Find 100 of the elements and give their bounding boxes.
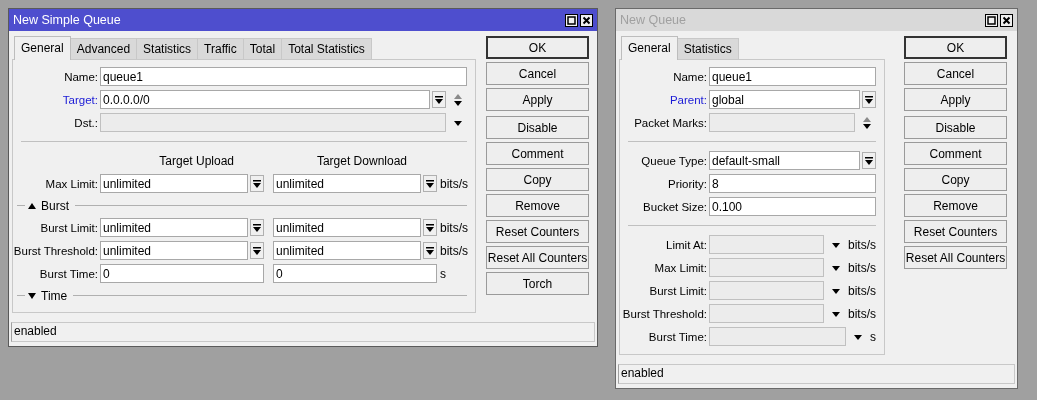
unit-label: bits/s [848, 283, 876, 298]
field-label: Queue Type: [640, 154, 708, 167]
field-label: Limit At: [665, 238, 708, 251]
down-arrow-icon [865, 156, 873, 165]
unit-label: s [870, 329, 876, 344]
dialog-button[interactable]: OK [486, 36, 589, 59]
input-field[interactable]: unlimited [273, 174, 421, 193]
input-field[interactable]: 0 [100, 264, 264, 283]
input-field[interactable]: unlimited [273, 241, 421, 260]
input-field[interactable]: 8 [709, 174, 876, 193]
dropdown-button[interactable] [423, 175, 437, 192]
dialog-button[interactable]: Copy [904, 168, 1007, 191]
field-label: Burst Threshold: [13, 244, 99, 257]
down-arrow-icon [426, 223, 434, 232]
input-field[interactable]: queue1 [100, 67, 467, 86]
dialog-button[interactable]: Disable [904, 116, 1007, 139]
tab[interactable]: Traffic [197, 38, 244, 59]
dialog-button[interactable]: Remove [486, 194, 589, 217]
down-arrow-icon [426, 246, 434, 255]
field-label: Burst Limit: [39, 221, 99, 234]
unit-label: bits/s [848, 306, 876, 321]
dialog-button[interactable]: Copy [486, 168, 589, 191]
down-arrow-icon [253, 179, 261, 188]
dropdown-button[interactable] [250, 242, 264, 259]
dialog-button[interactable]: OK [904, 36, 1007, 59]
close-icon[interactable] [580, 13, 593, 27]
field-label: Dst.: [73, 116, 99, 129]
field-label-link[interactable]: Target: [13, 93, 100, 106]
field-label: Max Limit: [44, 177, 99, 190]
input-field[interactable]: 0.0.0.0/0 [100, 90, 430, 109]
tab[interactable]: Statistics [676, 38, 739, 59]
dropdown-button[interactable] [250, 175, 264, 192]
collapse-arrow-icon[interactable] [27, 201, 37, 210]
input-field[interactable]: 0.100 [709, 197, 876, 216]
field-label: Burst Threshold: [621, 307, 708, 320]
field-label: Max Limit: [653, 261, 708, 274]
expand-arrow-icon[interactable] [27, 291, 37, 300]
dialog-button[interactable]: Apply [486, 88, 589, 111]
dialog-button[interactable]: Disable [486, 116, 589, 139]
down-arrow-icon [253, 223, 261, 232]
field-label: Priority: [667, 177, 708, 190]
tab[interactable]: General [621, 36, 678, 60]
input-field[interactable]: unlimited [100, 241, 248, 260]
dialog-button[interactable]: Cancel [486, 62, 589, 85]
input-field[interactable]: 0 [273, 264, 437, 283]
field-label: Bucket Size: [642, 200, 708, 213]
dropdown-button[interactable] [423, 242, 437, 259]
dialog-button[interactable]: Reset All Counters [486, 246, 589, 269]
tab[interactable]: Total Statistics [281, 38, 372, 59]
field-label: Name: [63, 70, 99, 83]
dialog-button[interactable]: Comment [486, 142, 589, 165]
dropdown-button[interactable] [432, 91, 446, 108]
column-header: Target Upload [158, 153, 235, 168]
down-arrow-icon [253, 246, 261, 255]
section-label[interactable]: Time [41, 288, 68, 303]
unit-label: bits/s [440, 176, 468, 191]
field-label: Burst Limit: [648, 284, 708, 297]
dialog-button[interactable]: Reset Counters [486, 220, 589, 243]
tab[interactable]: Total [242, 38, 283, 59]
dialog-button[interactable]: Comment [904, 142, 1007, 165]
input-field[interactable]: global [709, 90, 860, 109]
window-title: New Simple Queue [13, 13, 121, 27]
unit-label: bits/s [440, 220, 468, 235]
dropdown-button[interactable] [250, 219, 264, 236]
input-field[interactable]: unlimited [100, 174, 248, 193]
field-label: Packet Marks: [633, 116, 708, 129]
status-bar: enabled [618, 364, 1015, 384]
maximize-icon[interactable] [565, 13, 578, 27]
dropdown-button[interactable] [862, 152, 876, 169]
close-icon[interactable] [1000, 13, 1013, 27]
down-arrow-icon [435, 95, 443, 104]
window-title: New Queue [620, 13, 686, 27]
field-label: Name: [672, 70, 708, 83]
tab[interactable]: General [14, 36, 71, 60]
status-bar: enabled [11, 322, 595, 342]
dropdown-button[interactable] [862, 91, 876, 108]
tab[interactable]: Statistics [136, 38, 199, 59]
field-label: Burst Time: [647, 330, 708, 343]
input-field[interactable]: unlimited [273, 218, 421, 237]
dialog-button[interactable]: Reset All Counters [904, 246, 1007, 269]
dropdown-button[interactable] [423, 219, 437, 236]
input-field[interactable]: queue1 [709, 67, 876, 86]
tab[interactable]: Advanced [69, 38, 138, 59]
input-field[interactable]: unlimited [100, 218, 248, 237]
unit-label: bits/s [440, 243, 468, 258]
up-down-arrows-icon[interactable] [453, 92, 463, 107]
unit-label: bits/s [848, 237, 876, 252]
field-label: Burst Time: [38, 267, 99, 280]
dialog-button[interactable]: Cancel [904, 62, 1007, 85]
column-header: Target Download [315, 153, 408, 168]
dialog-button[interactable]: Torch [486, 272, 589, 295]
dialog-button[interactable]: Apply [904, 88, 1007, 111]
unit-label: bits/s [848, 260, 876, 275]
down-arrow-icon [865, 95, 873, 104]
section-label[interactable]: Burst [41, 198, 69, 213]
field-label-link[interactable]: Parent: [620, 93, 709, 106]
input-field[interactable]: default-small [709, 151, 860, 170]
maximize-icon[interactable] [985, 13, 998, 27]
dialog-button[interactable]: Remove [904, 194, 1007, 217]
dialog-button[interactable]: Reset Counters [904, 220, 1007, 243]
